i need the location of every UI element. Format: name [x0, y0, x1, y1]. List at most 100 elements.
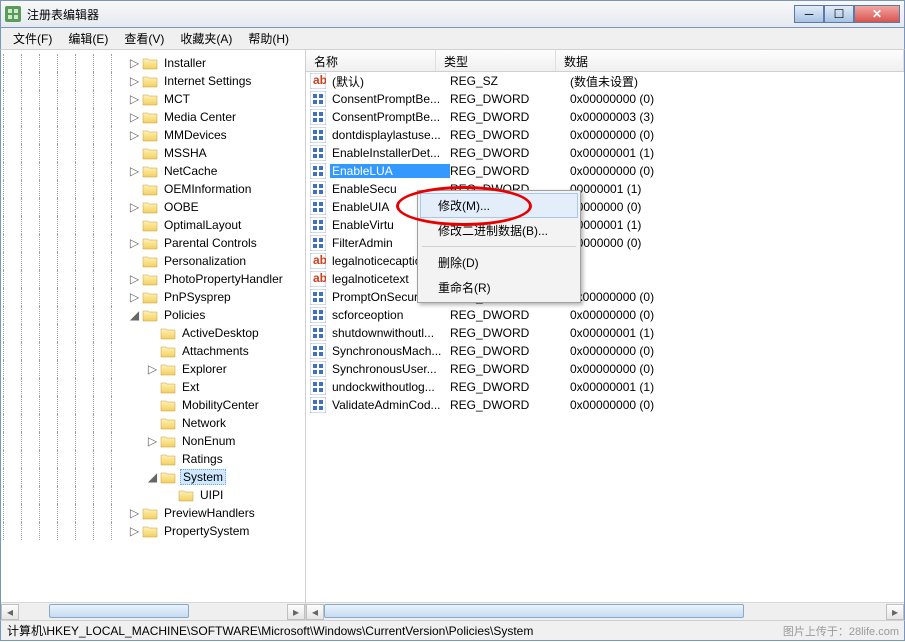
tree-item[interactable]: Attachments — [1, 342, 305, 360]
expander-icon[interactable] — [147, 454, 158, 465]
tree-item[interactable]: ▷MCT — [1, 90, 305, 108]
tree-item[interactable]: OptimalLayout — [1, 216, 305, 234]
expander-icon[interactable]: ▷ — [129, 94, 140, 105]
list-row[interactable]: ConsentPromptBe...REG_DWORD0x00000000 (0… — [306, 90, 904, 108]
expander-icon[interactable]: ▷ — [129, 292, 140, 303]
tree-item[interactable]: Personalization — [1, 252, 305, 270]
scroll-track[interactable] — [19, 604, 287, 620]
expander-icon[interactable]: ▷ — [129, 238, 140, 249]
list-row[interactable]: (默认)REG_SZ(数值未设置) — [306, 72, 904, 90]
scroll-left-button[interactable]: ◂ — [1, 604, 19, 620]
expander-icon[interactable]: ▷ — [129, 58, 140, 69]
expander-icon[interactable]: ▷ — [129, 76, 140, 87]
expander-icon[interactable]: ▷ — [129, 202, 140, 213]
list-row[interactable]: SynchronousMach...REG_DWORD0x00000000 (0… — [306, 342, 904, 360]
expander-icon[interactable]: ▷ — [129, 274, 140, 285]
tree-item[interactable]: ▷OOBE — [1, 198, 305, 216]
expander-icon[interactable] — [147, 418, 158, 429]
list-body[interactable]: (默认)REG_SZ(数值未设置)ConsentPromptBe...REG_D… — [306, 72, 904, 414]
expander-icon[interactable] — [129, 148, 140, 159]
list-hscrollbar[interactable]: ◂ ▸ — [306, 602, 904, 620]
expander-icon[interactable] — [129, 184, 140, 195]
tree-item[interactable]: Ratings — [1, 450, 305, 468]
list-row[interactable]: SynchronousUser...REG_DWORD0x00000000 (0… — [306, 360, 904, 378]
list-row[interactable]: ValidateAdminCod...REG_DWORD0x00000000 (… — [306, 396, 904, 414]
list-row[interactable]: shutdownwithoutl...REG_DWORD0x00000001 (… — [306, 324, 904, 342]
tree-item[interactable]: Network — [1, 414, 305, 432]
tree-item[interactable]: MSSHA — [1, 144, 305, 162]
expander-icon[interactable]: ◢ — [147, 472, 158, 483]
list-row[interactable]: EnableSecuREG_DWORD00000001 (1) — [306, 180, 904, 198]
maximize-button[interactable]: ☐ — [824, 5, 854, 23]
list-row[interactable]: EnableUIA00000000 (0) — [306, 198, 904, 216]
list-row[interactable]: FilterAdmin00000000 (0) — [306, 234, 904, 252]
expander-icon[interactable]: ▷ — [147, 364, 158, 375]
list-row[interactable]: legalnoticetextREG_SZ — [306, 270, 904, 288]
tree-item[interactable]: ◢System — [1, 468, 305, 486]
column-data[interactable]: 数据 — [556, 50, 904, 71]
tree-hscrollbar[interactable]: ◂ ▸ — [1, 602, 305, 620]
list-row[interactable]: dontdisplaylastuse...REG_DWORD0x00000000… — [306, 126, 904, 144]
menu-help[interactable]: 帮助(H) — [240, 28, 297, 49]
scroll-left-button[interactable]: ◂ — [306, 604, 324, 620]
tree-item[interactable]: ActiveDesktop — [1, 324, 305, 342]
list-row[interactable]: EnableInstallerDet...REG_DWORD0x00000001… — [306, 144, 904, 162]
list-row[interactable]: PromptOnSecureD...REG_DWORD0x00000000 (0… — [306, 288, 904, 306]
expander-icon[interactable]: ▷ — [129, 508, 140, 519]
expander-icon[interactable] — [147, 382, 158, 393]
tree-item[interactable]: OEMInformation — [1, 180, 305, 198]
expander-icon[interactable]: ▷ — [147, 436, 158, 447]
column-type[interactable]: 类型 — [436, 50, 556, 71]
expander-icon[interactable] — [147, 400, 158, 411]
expander-icon[interactable] — [129, 220, 140, 231]
scroll-thumb[interactable] — [49, 604, 189, 618]
tree-item[interactable]: ▷PhotoPropertyHandler — [1, 270, 305, 288]
scroll-right-button[interactable]: ▸ — [886, 604, 904, 620]
close-button[interactable]: ✕ — [854, 5, 900, 23]
scroll-right-button[interactable]: ▸ — [287, 604, 305, 620]
expander-icon[interactable]: ▷ — [129, 112, 140, 123]
tree-item[interactable]: ▷NetCache — [1, 162, 305, 180]
expander-icon[interactable] — [147, 328, 158, 339]
context-modify[interactable]: 修改(M)... — [420, 193, 578, 218]
list-row[interactable]: EnableVirtu00000001 (1) — [306, 216, 904, 234]
scroll-track[interactable] — [324, 604, 886, 620]
context-modify-binary[interactable]: 修改二进制数据(B)... — [420, 218, 578, 243]
column-name[interactable]: 名称 — [306, 50, 436, 71]
list-row[interactable]: ConsentPromptBe...REG_DWORD0x00000003 (3… — [306, 108, 904, 126]
tree-item[interactable]: ▷MMDevices — [1, 126, 305, 144]
list-row[interactable]: scforceoptionREG_DWORD0x00000000 (0) — [306, 306, 904, 324]
tree-item[interactable]: ▷Media Center — [1, 108, 305, 126]
menu-favorites[interactable]: 收藏夹(A) — [172, 28, 240, 49]
tree-item[interactable]: ▷PnPSysprep — [1, 288, 305, 306]
menu-view[interactable]: 查看(V) — [116, 28, 172, 49]
expander-icon[interactable]: ◢ — [129, 310, 140, 321]
tree-item[interactable]: ▷NonEnum — [1, 432, 305, 450]
tree-item[interactable]: ▷Installer — [1, 54, 305, 72]
expander-icon[interactable]: ▷ — [129, 130, 140, 141]
tree-item[interactable]: MobilityCenter — [1, 396, 305, 414]
tree-item[interactable]: ▷PropertySystem — [1, 522, 305, 540]
expander-icon[interactable] — [147, 346, 158, 357]
tree-item[interactable]: ▷Parental Controls — [1, 234, 305, 252]
tree-item[interactable]: ▷PreviewHandlers — [1, 504, 305, 522]
list-row[interactable]: legalnoticecaptionREG_SZ — [306, 252, 904, 270]
context-rename[interactable]: 重命名(R) — [420, 275, 578, 300]
scroll-thumb[interactable] — [324, 604, 744, 618]
menu-file[interactable]: 文件(F) — [5, 28, 60, 49]
tree-item[interactable]: ◢Policies — [1, 306, 305, 324]
tree-item[interactable]: ▷Internet Settings — [1, 72, 305, 90]
context-delete[interactable]: 删除(D) — [420, 250, 578, 275]
menu-edit[interactable]: 编辑(E) — [60, 28, 116, 49]
tree-item[interactable]: ▷Explorer — [1, 360, 305, 378]
expander-icon[interactable]: ▷ — [129, 166, 140, 177]
list-row[interactable]: undockwithoutlog...REG_DWORD0x00000001 (… — [306, 378, 904, 396]
tree-item[interactable]: Ext — [1, 378, 305, 396]
tree-item[interactable]: UIPI — [1, 486, 305, 504]
tree-content[interactable]: ▷Installer▷Internet Settings▷MCT▷Media C… — [1, 50, 305, 602]
expander-icon[interactable]: ▷ — [129, 526, 140, 537]
expander-icon[interactable] — [129, 256, 140, 267]
list-row[interactable]: EnableLUAREG_DWORD0x00000000 (0) — [306, 162, 904, 180]
expander-icon[interactable] — [165, 490, 176, 501]
minimize-button[interactable]: ─ — [794, 5, 824, 23]
